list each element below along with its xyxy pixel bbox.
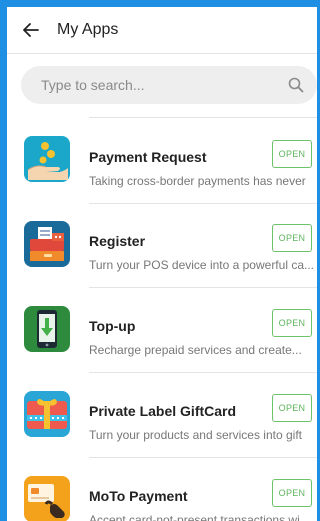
app-description: Taking cross-border payments has never xyxy=(89,174,306,188)
list-item[interactable]: Top-up Recharge prepaid services and cre… xyxy=(7,287,317,373)
app-description: Turn your POS device into a powerful ca.… xyxy=(89,258,314,272)
payment-request-icon xyxy=(24,136,70,182)
search-input[interactable] xyxy=(39,76,287,94)
app-description: Turn your products and services into gif… xyxy=(89,428,302,442)
app-info: Top-up Recharge prepaid services and cre… xyxy=(89,287,317,373)
app-description: Recharge prepaid services and create... xyxy=(89,343,302,357)
app-info: MoTo Payment Accept card-not-present tra… xyxy=(89,457,317,521)
search-bar xyxy=(7,54,317,112)
list-item[interactable]: MoTo Payment Accept card-not-present tra… xyxy=(7,457,317,521)
search-field[interactable] xyxy=(21,66,317,104)
app-list: Payment Request Taking cross-border paym… xyxy=(7,117,317,521)
app-description: Accept card-not-present transactions wi xyxy=(89,513,300,521)
app-name: Payment Request xyxy=(89,149,207,165)
app-info: Payment Request Taking cross-border paym… xyxy=(89,117,317,204)
app-info: Private Label GiftCard Turn your product… xyxy=(89,372,317,458)
list-item[interactable]: Private Label GiftCard Turn your product… xyxy=(7,372,317,458)
arrow-left-icon xyxy=(23,23,39,37)
back-button[interactable] xyxy=(21,20,41,40)
open-button[interactable]: OPEN xyxy=(272,224,312,252)
app-name: Register xyxy=(89,233,146,249)
app-name: Private Label GiftCard xyxy=(89,403,237,419)
app-name: Top-up xyxy=(89,318,136,334)
open-button[interactable]: OPEN xyxy=(272,479,312,507)
page-title: My Apps xyxy=(57,21,119,38)
list-item[interactable]: Register Turn your POS device into a pow… xyxy=(7,202,317,288)
app-header: My Apps xyxy=(7,7,317,54)
app-screen: My Apps Type to search... Payment Reques… xyxy=(7,7,317,521)
app-name: MoTo Payment xyxy=(89,488,188,504)
moto-payment-icon xyxy=(24,476,70,521)
open-button[interactable]: OPEN xyxy=(272,309,312,337)
app-info: Register Turn your POS device into a pow… xyxy=(89,202,317,288)
search-icon[interactable] xyxy=(287,76,305,94)
top-up-icon xyxy=(24,306,70,352)
open-button[interactable]: OPEN xyxy=(272,140,312,168)
list-item[interactable]: Payment Request Taking cross-border paym… xyxy=(7,117,317,204)
register-icon xyxy=(24,221,70,267)
gift-card-icon xyxy=(24,391,70,437)
open-button[interactable]: OPEN xyxy=(272,394,312,422)
